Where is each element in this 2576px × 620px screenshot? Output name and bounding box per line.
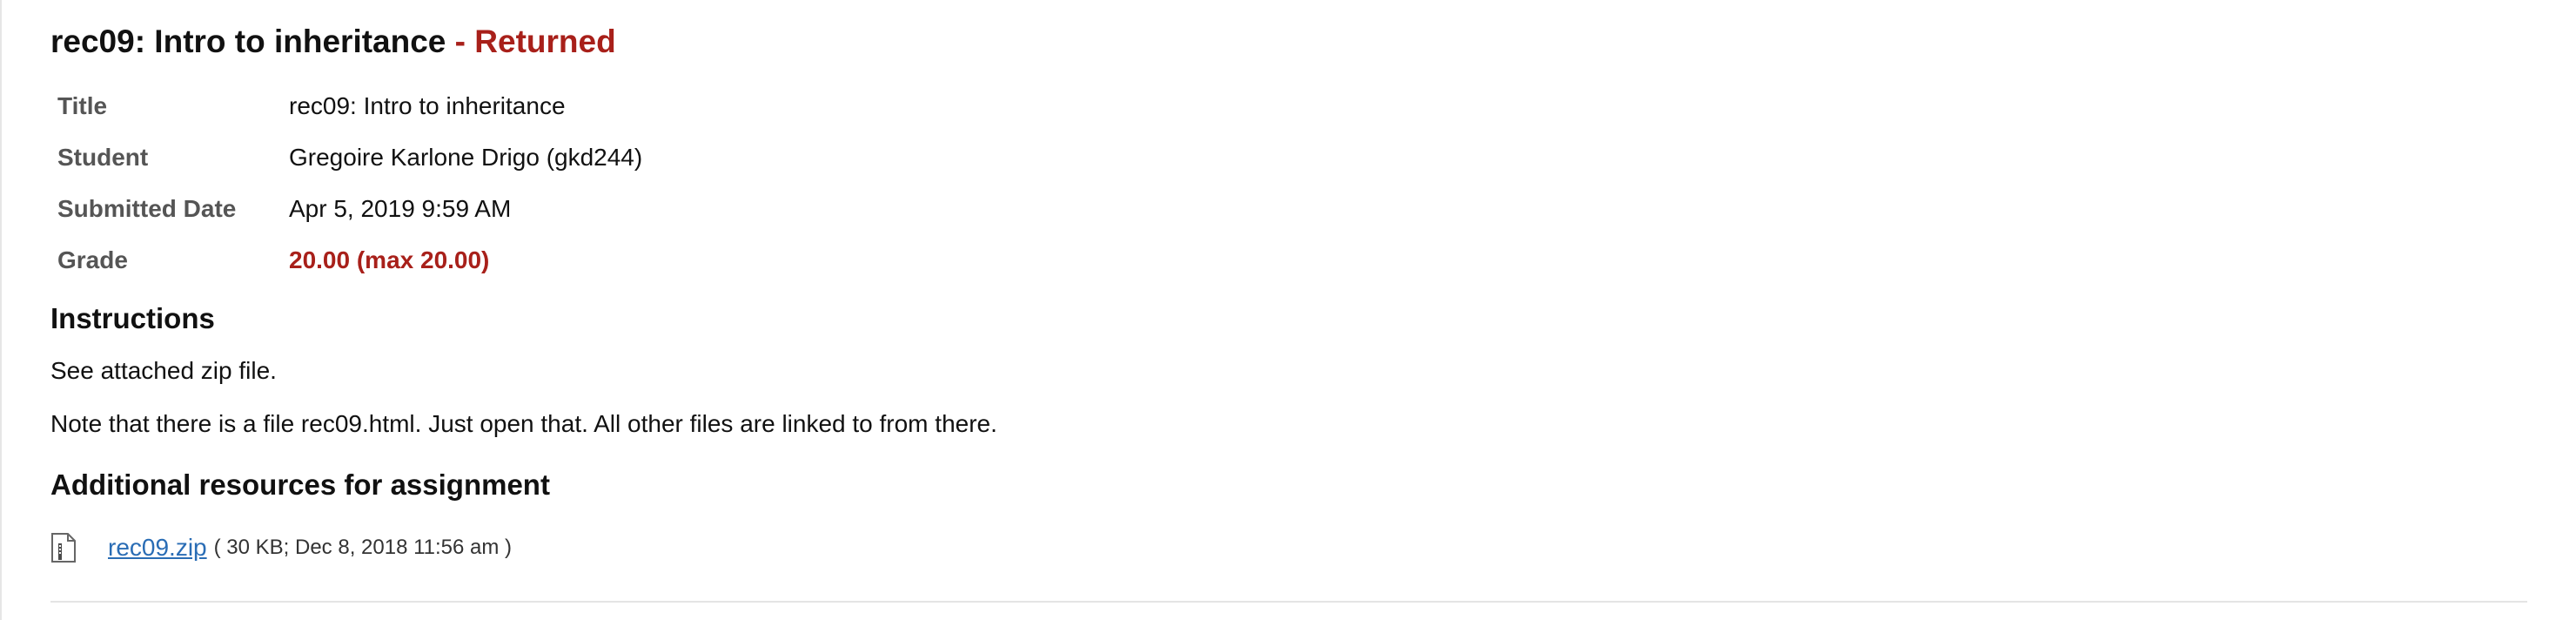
grade-label: Grade	[57, 246, 128, 273]
details-row-submitted-date: Submitted Date Apr 5, 2019 9:59 AM	[57, 183, 642, 234]
instructions-paragraph: Note that there is a file rec09.html. Ju…	[50, 410, 997, 437]
attachment-item: rec09.zip ( 30 KB; Dec 8, 2018 11:56 am …	[50, 529, 512, 566]
title-label: Title	[57, 91, 108, 119]
submitted-date-label: Submitted Date	[57, 194, 237, 222]
submission-details-table: Title rec09: Intro to inheritance Studen…	[57, 80, 642, 286]
resources-heading: Additional resources for assignment	[50, 468, 550, 501]
submitted-date-value: Apr 5, 2019 9:59 AM	[289, 194, 512, 222]
details-row-student: Student Gregoire Karlone Drigo (gkd244)	[57, 131, 642, 183]
details-row-title: Title rec09: Intro to inheritance	[57, 80, 642, 131]
status-label: - Returned	[454, 24, 616, 59]
instructions-heading: Instructions	[50, 302, 215, 334]
title-value: rec09: Intro to inheritance	[289, 91, 566, 119]
page-title: rec09: Intro to inheritance - Returned	[50, 19, 616, 64]
assignment-title: rec09: Intro to inheritance	[50, 24, 446, 59]
section-divider	[50, 601, 2527, 603]
attachment-file-link[interactable]: rec09.zip	[108, 534, 207, 562]
attachment-file-meta: ( 30 KB; Dec 8, 2018 11:56 am )	[213, 536, 513, 559]
left-border	[0, 0, 2, 620]
zip-file-icon	[50, 533, 77, 563]
grade-value: 20.00 (max 20.00)	[289, 246, 490, 273]
student-value: Gregoire Karlone Drigo (gkd244)	[289, 143, 643, 171]
instructions-paragraph: See attached zip file.	[50, 357, 277, 384]
student-label: Student	[57, 143, 149, 171]
details-row-grade: Grade 20.00 (max 20.00)	[57, 234, 642, 286]
